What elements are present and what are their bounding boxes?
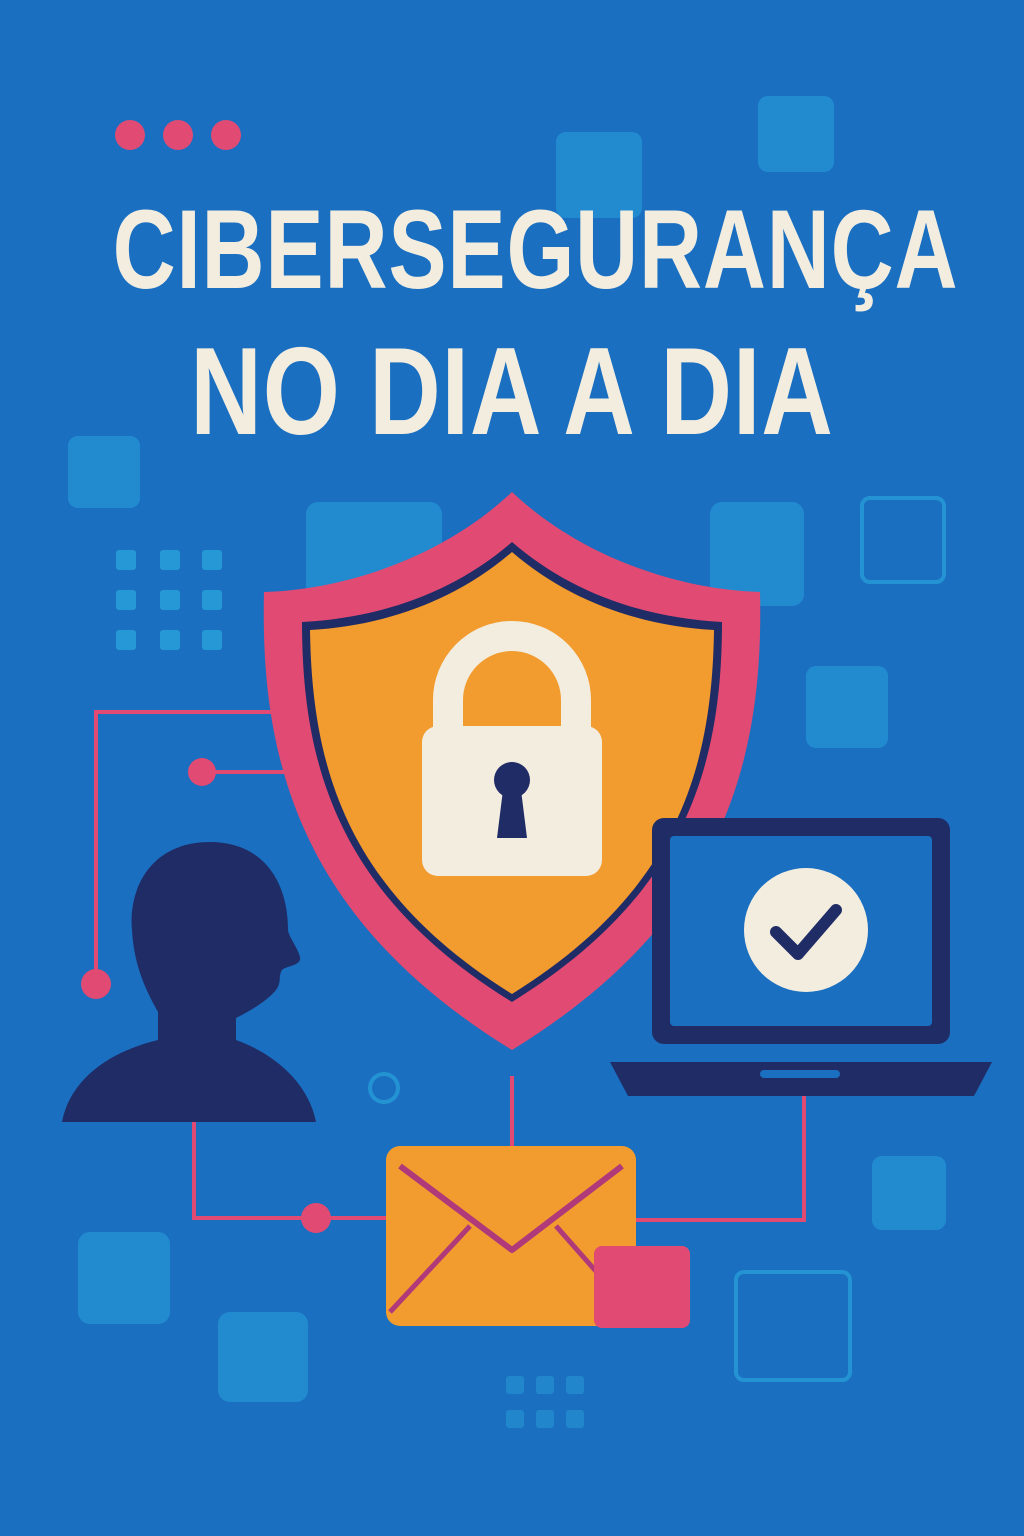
- title-line-1: CIBERSEGURANÇA: [112, 187, 959, 312]
- accent-square: [594, 1246, 690, 1328]
- checkmark-icon: [744, 868, 868, 992]
- title-line-2: NO DIA A DIA: [190, 323, 834, 461]
- window-dots-icon: [115, 120, 241, 150]
- dot-grid-bottom: [506, 1376, 584, 1428]
- dot-grid: [116, 550, 222, 650]
- poster: CIBERSEGURANÇA NO DIA A DIA: [0, 0, 1024, 1536]
